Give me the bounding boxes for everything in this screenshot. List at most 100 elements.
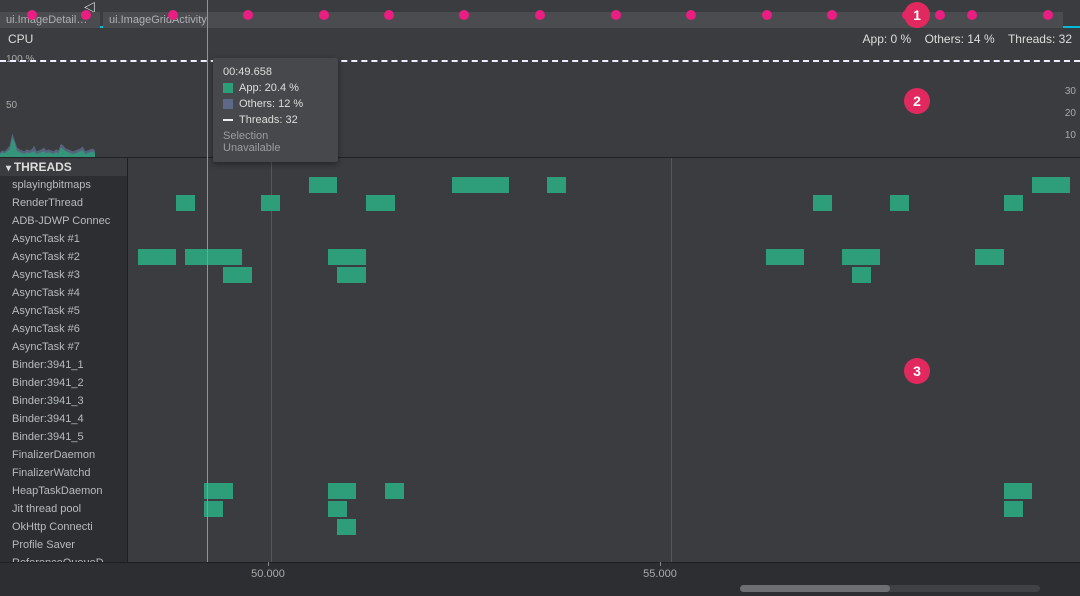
- activity-block[interactable]: [842, 249, 880, 265]
- swatch-app-icon: [223, 83, 233, 93]
- thread-lane[interactable]: [128, 464, 1080, 482]
- thread-row[interactable]: FinalizerDaemon: [0, 446, 127, 464]
- activity-block[interactable]: [890, 195, 909, 211]
- thread-row[interactable]: Binder:3941_2: [0, 374, 127, 392]
- event-dot[interactable]: [384, 10, 394, 20]
- activity-block[interactable]: [309, 177, 338, 193]
- thread-lane[interactable]: [128, 392, 1080, 410]
- swatch-threads-icon: [223, 119, 233, 121]
- ruler-tick-55: 55.000: [643, 568, 677, 580]
- threads-line: [0, 60, 1080, 62]
- swatch-others-icon: [223, 99, 233, 109]
- activity-block[interactable]: [261, 195, 280, 211]
- activity-block[interactable]: [975, 249, 1004, 265]
- thread-row[interactable]: AsyncTask #3: [0, 266, 127, 284]
- cpu-tooltip: 00:49.658 App: 20.4 % Others: 12 % Threa…: [213, 58, 338, 162]
- activity-block[interactable]: [1004, 195, 1023, 211]
- thread-row[interactable]: AsyncTask #5: [0, 302, 127, 320]
- event-dot[interactable]: [535, 10, 545, 20]
- tooltip-footer: Selection Unavailable: [223, 130, 328, 154]
- thread-row[interactable]: OkHttp Connecti: [0, 518, 127, 536]
- thread-row[interactable]: RenderThread: [0, 194, 127, 212]
- time-ruler[interactable]: 50.000 55.000: [0, 562, 1080, 596]
- activity-block[interactable]: [328, 501, 347, 517]
- thread-row[interactable]: AsyncTask #1: [0, 230, 127, 248]
- activity-block[interactable]: [1004, 483, 1033, 499]
- thread-lane[interactable]: [128, 338, 1080, 356]
- thread-row[interactable]: FinalizerWatchd: [0, 464, 127, 482]
- thread-row[interactable]: Jit thread pool: [0, 500, 127, 518]
- activity-block[interactable]: [547, 177, 566, 193]
- callout-1: 1: [904, 2, 930, 28]
- activity-block[interactable]: [366, 195, 395, 211]
- activity-block[interactable]: [176, 195, 195, 211]
- thread-row[interactable]: Binder:3941_5: [0, 428, 127, 446]
- activity-block[interactable]: [337, 519, 356, 535]
- thread-row[interactable]: Binder:3941_1: [0, 356, 127, 374]
- sec-axis-30: 30: [1065, 86, 1076, 97]
- activity-block[interactable]: [1004, 501, 1023, 517]
- activity-block[interactable]: [852, 267, 871, 283]
- cpu-title: CPU: [8, 32, 33, 46]
- thread-lane[interactable]: [128, 266, 1080, 284]
- thread-row[interactable]: ADB-JDWP Connec: [0, 212, 127, 230]
- activity-block[interactable]: [204, 483, 233, 499]
- thread-lane[interactable]: [128, 410, 1080, 428]
- thread-lane[interactable]: [128, 482, 1080, 500]
- event-dot[interactable]: [967, 10, 977, 20]
- event-dot[interactable]: [1043, 10, 1053, 20]
- thread-row[interactable]: AsyncTask #7: [0, 338, 127, 356]
- playhead[interactable]: [207, 0, 208, 562]
- event-dot[interactable]: [168, 10, 178, 20]
- thread-lane[interactable]: [128, 500, 1080, 518]
- thread-lane[interactable]: [128, 320, 1080, 338]
- thread-lane[interactable]: [128, 446, 1080, 464]
- thread-lane[interactable]: [128, 356, 1080, 374]
- thread-lane[interactable]: [128, 212, 1080, 230]
- thread-lane[interactable]: [128, 518, 1080, 536]
- activity-block[interactable]: [337, 267, 366, 283]
- event-dot[interactable]: [319, 10, 329, 20]
- threads-header[interactable]: THREADS: [0, 158, 127, 176]
- activity-block[interactable]: [185, 249, 242, 265]
- activity-block[interactable]: [452, 177, 509, 193]
- activity-block[interactable]: [138, 249, 176, 265]
- thread-lane[interactable]: [128, 248, 1080, 266]
- event-dot[interactable]: [611, 10, 621, 20]
- activity-block[interactable]: [223, 267, 252, 283]
- activity-block[interactable]: [813, 195, 832, 211]
- activity-block[interactable]: [385, 483, 404, 499]
- thread-lane[interactable]: [128, 302, 1080, 320]
- sec-axis-20: 20: [1065, 108, 1076, 119]
- activity-block[interactable]: [766, 249, 804, 265]
- thread-row[interactable]: splayingbitmaps: [0, 176, 127, 194]
- callout-3: 3: [904, 358, 930, 384]
- ruler-tick-50: 50.000: [251, 568, 285, 580]
- thread-row[interactable]: Profile Saver: [0, 536, 127, 554]
- thread-lane[interactable]: [128, 374, 1080, 392]
- thread-lane[interactable]: [128, 176, 1080, 194]
- thread-lane[interactable]: [128, 536, 1080, 554]
- thread-row[interactable]: Binder:3941_3: [0, 392, 127, 410]
- thread-lane[interactable]: [128, 428, 1080, 446]
- event-dot[interactable]: [935, 10, 945, 20]
- sec-axis-10: 10: [1065, 130, 1076, 141]
- horizontal-scrollbar[interactable]: [740, 585, 1040, 592]
- thread-lane[interactable]: [128, 230, 1080, 248]
- thread-names-column: THREADS splayingbitmapsRenderThreadADB-J…: [0, 158, 128, 562]
- event-dot[interactable]: [827, 10, 837, 20]
- thread-row[interactable]: Binder:3941_4: [0, 410, 127, 428]
- event-dot[interactable]: [762, 10, 772, 20]
- thread-timeline[interactable]: [128, 158, 1080, 562]
- activity-block[interactable]: [328, 483, 357, 499]
- scrollbar-thumb[interactable]: [740, 585, 890, 592]
- thread-lane[interactable]: [128, 284, 1080, 302]
- thread-row[interactable]: HeapTaskDaemon: [0, 482, 127, 500]
- thread-lane[interactable]: [128, 194, 1080, 212]
- thread-row[interactable]: AsyncTask #2: [0, 248, 127, 266]
- cpu-area-chart: [0, 62, 95, 157]
- activity-block[interactable]: [328, 249, 366, 265]
- thread-row[interactable]: AsyncTask #6: [0, 320, 127, 338]
- thread-row[interactable]: AsyncTask #4: [0, 284, 127, 302]
- activity-block[interactable]: [1032, 177, 1070, 193]
